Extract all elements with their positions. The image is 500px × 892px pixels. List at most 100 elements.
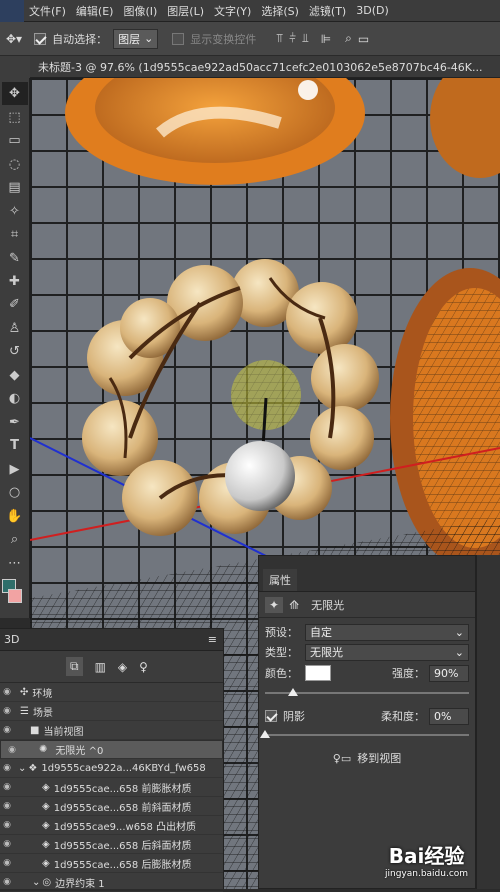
light-tab-icon[interactable]: ✦ <box>265 596 284 613</box>
quick-select-tool-icon[interactable]: ▤ <box>2 176 28 199</box>
tree-row-current-view[interactable]: ◉ ■ 当前视图 <box>0 721 223 740</box>
chevron-down-icon[interactable]: ⌄ <box>18 763 26 774</box>
softness-input[interactable]: 0% <box>429 707 469 725</box>
menu-layer[interactable]: 图层(L) <box>162 3 209 19</box>
pen-tool-icon[interactable]: ✒ <box>2 411 28 434</box>
hand-tool-icon[interactable]: ✋ <box>2 504 28 527</box>
align-bottom-icon[interactable]: ⫫ <box>302 31 309 46</box>
tree-row-infinite-light[interactable]: ◉ ✺ 无限光 ^0 <box>0 740 223 759</box>
brush-tool-icon[interactable]: ✐ <box>2 293 28 316</box>
tree-row-mesh[interactable]: ◉ ⌄ ❖ 1d9555cae922a...46KBYd_fw658 <box>0 759 223 778</box>
tree-row-material[interactable]: ◉ ◈ 1d9555cae9...w658 凸出材质 <box>0 816 223 835</box>
preset-dropdown[interactable]: 自定 ⌄ <box>305 623 469 641</box>
panel-3d-title[interactable]: 3D <box>4 633 19 646</box>
tree-row-label: 1d9555cae...658 后膨胀材质 <box>53 859 192 871</box>
tree-row-label: 1d9555cae...658 前膨胀材质 <box>53 783 192 795</box>
camera-icon: ■ <box>30 724 40 736</box>
tree-row-environment[interactable]: ◉ ✣ 环境 <box>0 683 223 702</box>
background-color-swatch[interactable] <box>7 588 22 603</box>
chevron-down-icon: ⌄ <box>454 645 464 659</box>
history-brush-tool-icon[interactable]: ↺ <box>2 340 28 363</box>
menu-image[interactable]: 图像(I) <box>118 3 162 19</box>
tree-row-label: 1d9555cae922a...46KBYd_fw658 <box>41 762 206 774</box>
coordinates-tab-icon[interactable]: ⟰ <box>289 598 299 612</box>
artboard-tool-icon[interactable]: ▭ <box>2 129 28 152</box>
distribute-icon[interactable]: ⊫ <box>321 32 331 46</box>
softness-slider-knob[interactable] <box>260 730 270 738</box>
move-tool-preset-icon[interactable]: ✥▾ <box>6 32 22 46</box>
menu-filter[interactable]: 滤镜(T) <box>304 3 351 19</box>
visibility-eye-icon[interactable]: ◉ <box>0 877 14 887</box>
tree-row-label: 1d9555cae9...w658 凸出材质 <box>53 821 196 833</box>
visibility-eye-icon[interactable]: ◉ <box>0 820 14 830</box>
intensity-input[interactable]: 90% <box>429 664 469 682</box>
search-icon[interactable]: ⌕ <box>345 31 352 46</box>
lasso-tool-icon[interactable]: ◌ <box>2 152 28 175</box>
move-tool-icon[interactable]: ✥ <box>1 82 28 106</box>
panel-menu-icon[interactable]: ≡ <box>208 633 217 646</box>
visibility-eye-icon[interactable]: ◉ <box>0 687 14 697</box>
tools-panel: ✥ ⬚ ▭ ◌ ▤ ✧ ⌗ ✎ ✚ ✐ ♙ ↺ ◆ ◐ ✒ T ▶ ○ ✋ ⌕ … <box>0 78 30 618</box>
document-tab-bar: 未标题-3 @ 97.6% (1d9555cae922ad50acc71cefc… <box>30 56 500 78</box>
visibility-eye-icon[interactable]: ◉ <box>0 801 14 811</box>
visibility-eye-icon[interactable]: ◉ <box>5 745 19 755</box>
visibility-eye-icon[interactable]: ◉ <box>0 858 14 868</box>
preset-value: 自定 <box>310 626 332 639</box>
workspace-icon[interactable]: ▭ <box>358 32 369 46</box>
tree-row-material[interactable]: ◉ ◈ 1d9555cae...658 前膨胀材质 <box>0 778 223 797</box>
visibility-eye-icon[interactable]: ◉ <box>0 782 14 792</box>
tree-row-scene[interactable]: ◉ ☰ 场景 <box>0 702 223 721</box>
eyedropper-tool-icon[interactable]: ✎ <box>2 246 28 269</box>
visibility-eye-icon[interactable]: ◉ <box>0 725 14 735</box>
align-vcenter-icon[interactable]: ⫩ <box>289 31 296 46</box>
type-tool-icon[interactable]: T <box>2 434 28 457</box>
auto-select-checkbox[interactable] <box>34 32 47 45</box>
align-top-icon[interactable]: ⫪ <box>276 31 283 46</box>
healing-brush-tool-icon[interactable]: ✚ <box>2 270 28 293</box>
menu-3d[interactable]: 3D(D) <box>351 4 394 17</box>
intensity-slider-knob[interactable] <box>287 688 298 696</box>
menu-file[interactable]: 文件(F) <box>24 3 71 19</box>
marquee-tool-icon[interactable]: ⬚ <box>2 105 28 128</box>
light-color-swatch[interactable] <box>305 665 331 681</box>
properties-title[interactable]: 属性 <box>263 569 297 591</box>
menu-type[interactable]: 文字(Y) <box>209 3 256 19</box>
show-transform-checkbox[interactable] <box>172 32 185 45</box>
auto-select-dropdown[interactable]: 图层 ⌄ <box>113 28 159 49</box>
document-tab[interactable]: 未标题-3 @ 97.6% (1d9555cae922ad50acc71cefc… <box>38 59 483 75</box>
material-icon: ◈ <box>42 819 50 831</box>
stamp-tool-icon[interactable]: ♙ <box>2 317 28 340</box>
chevron-down-icon[interactable]: ⌄ <box>32 877 40 888</box>
lights-icon[interactable]: ♀ <box>139 660 148 674</box>
path-select-tool-icon[interactable]: ▶ <box>2 458 28 481</box>
whole-scene-icon[interactable]: ⧉ <box>66 657 83 676</box>
type-dropdown[interactable]: 无限光 ⌄ <box>305 643 469 661</box>
color-swatches <box>0 575 30 618</box>
shadow-checkbox[interactable] <box>265 710 277 722</box>
ps-logo[interactable] <box>0 0 24 22</box>
more-tools-icon[interactable]: ⋯ <box>2 551 28 574</box>
tree-row-material[interactable]: ◉ ◈ 1d9555cae...658 后斜面材质 <box>0 835 223 854</box>
visibility-eye-icon[interactable]: ◉ <box>0 706 14 716</box>
material-icon: ◈ <box>42 781 50 793</box>
menu-edit[interactable]: 编辑(E) <box>71 3 119 19</box>
light-icon: ✺ <box>39 744 48 755</box>
tree-row-constraint[interactable]: ◉ ⌄ ◎ 边界约束 1 <box>0 873 223 892</box>
meshes-icon[interactable]: ▥ <box>95 660 106 674</box>
crop-tool-icon[interactable]: ⌗ <box>2 223 28 246</box>
visibility-eye-icon[interactable]: ◉ <box>0 839 14 849</box>
gradient-tool-icon[interactable]: ◐ <box>2 387 28 410</box>
properties-panel: 属性 ✦ ⟰ 无限光 预设： 自定 ⌄ 类型： 无限光 ⌄ 颜色： 强度： 90% … <box>258 555 476 889</box>
menu-select[interactable]: 选择(S) <box>256 3 304 19</box>
eraser-tool-icon[interactable]: ◆ <box>2 364 28 387</box>
tree-row-material[interactable]: ◉ ◈ 1d9555cae...658 后膨胀材质 <box>0 854 223 873</box>
zoom-tool-icon[interactable]: ⌕ <box>2 528 28 551</box>
tree-row-material[interactable]: ◉ ◈ 1d9555cae...658 前斜面材质 <box>0 797 223 816</box>
intensity-slider[interactable] <box>265 688 469 696</box>
shape-tool-icon[interactable]: ○ <box>2 481 28 504</box>
materials-icon[interactable]: ◈ <box>118 660 127 674</box>
visibility-eye-icon[interactable]: ◉ <box>0 763 14 773</box>
move-to-view-button[interactable]: ♀▭ 移到视图 <box>333 750 401 766</box>
magic-wand-tool-icon[interactable]: ✧ <box>2 199 28 222</box>
softness-slider[interactable] <box>260 730 469 738</box>
